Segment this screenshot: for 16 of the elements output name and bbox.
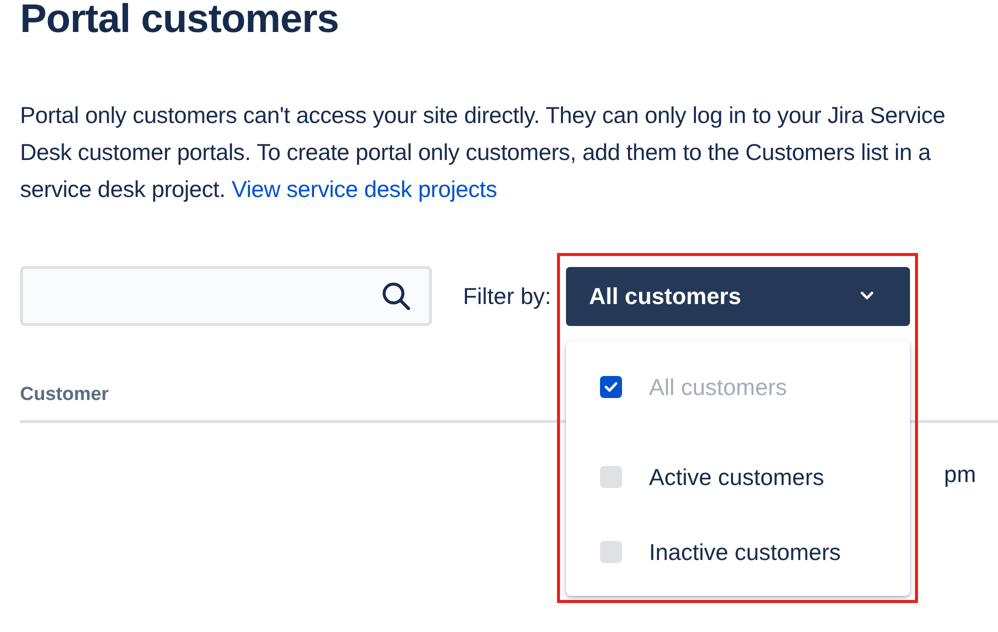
search-icon <box>381 281 411 311</box>
description-text: Portal only customers can't access your site directly. They can only log in to your Jira Service Desk customer portals. To create portal only customers, add them to the Customers list in a service desk project. View service desk projects <box>20 101 946 204</box>
table-cell: pm <box>944 461 976 488</box>
chevron-icon <box>860 291 874 301</box>
filter-option[interactable]: Active customers <box>566 458 910 496</box>
column-header: Customer <box>20 384 109 406</box>
check-icon <box>604 381 618 393</box>
checkbox[interactable] <box>600 541 622 563</box>
filter-dropdown[interactable]: All customers <box>566 266 910 326</box>
search-field[interactable] <box>20 266 432 326</box>
checkbox[interactable] <box>600 376 622 398</box>
page-title: Portal customers <box>20 0 340 41</box>
view-projects-link[interactable]: View service desk projects <box>232 176 498 202</box>
filter-label: Filter by: <box>463 282 552 310</box>
filter-option[interactable]: Inactive customers <box>566 534 910 570</box>
checkbox[interactable] <box>600 466 622 488</box>
